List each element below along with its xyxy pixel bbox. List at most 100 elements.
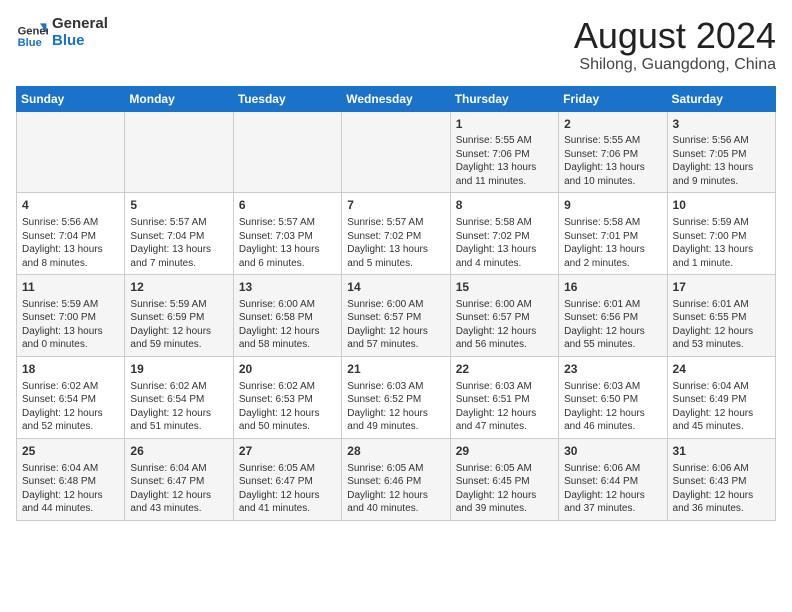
day-number: 24 [673, 361, 770, 378]
day-number: 29 [456, 443, 553, 460]
calendar-week-3: 11Sunrise: 5:59 AMSunset: 7:00 PMDayligh… [17, 275, 776, 357]
page-header: General Blue General Blue August 2024 Sh… [16, 16, 776, 74]
calendar-day: 17Sunrise: 6:01 AMSunset: 6:55 PMDayligh… [667, 275, 775, 357]
calendar-day: 26 Sunrise: 6:04 AMSunset: 6:47 PMDayligh… [125, 438, 233, 520]
day-info: Sunrise: 5:59 AMSunset: 7:00 PMDaylight:… [22, 298, 119, 352]
calendar-day [342, 111, 450, 193]
day-info: Sunrise: 5:56 AMSunset: 7:04 PMDaylight:… [22, 216, 119, 270]
day-info: Sunrise: 6:00 AMSunset: 6:57 PMDaylight:… [347, 298, 444, 352]
day-info: Sunrise: 5:58 AMSunset: 7:01 PMDaylight:… [564, 216, 661, 270]
day-info: Sunrise: 6:02 AMSunset: 6:54 PMDaylight:… [22, 380, 119, 434]
calendar-day: 31 Sunrise: 6:06 AMSunset: 6:43 PMDayligh… [667, 438, 775, 520]
title-block: August 2024 Shilong, Guangdong, China [574, 16, 776, 74]
day-info: Sunrise: 5:57 AMSunset: 7:04 PMDaylight:… [130, 216, 227, 270]
weekday-header-monday: Monday [125, 86, 233, 111]
logo-icon: General Blue [16, 17, 48, 49]
day-number: 31 [673, 443, 770, 460]
calendar-day [125, 111, 233, 193]
day-info: Sunrise: 5:59 AMSunset: 7:00 PMDaylight:… [673, 216, 770, 270]
calendar-day: 20 Sunrise: 6:02 AMSunset: 6:53 PMDayligh… [233, 356, 341, 438]
calendar-week-4: 18 Sunrise: 6:02 AMSunset: 6:54 PMDayligh… [17, 356, 776, 438]
day-number: 18 [22, 361, 119, 378]
calendar-day: 28 Sunrise: 6:05 AMSunset: 6:46 PMDayligh… [342, 438, 450, 520]
day-info: Sunrise: 5:58 AMSunset: 7:02 PMDaylight:… [456, 216, 553, 270]
calendar-day: 12 Sunrise: 5:59 AMSunset: 6:59 PMDayligh… [125, 275, 233, 357]
day-number: 6 [239, 197, 336, 214]
calendar-day: 6 Sunrise: 5:57 AMSunset: 7:03 PMDaylight… [233, 193, 341, 275]
day-info: Sunrise: 6:06 AMSunset: 6:43 PMDaylight:… [673, 462, 770, 516]
day-number: 28 [347, 443, 444, 460]
day-info: Sunrise: 6:03 AMSunset: 6:50 PMDaylight:… [564, 380, 661, 434]
calendar-day [233, 111, 341, 193]
month-year: August 2024 [574, 16, 776, 56]
calendar-day: 4 Sunrise: 5:56 AMSunset: 7:04 PMDaylight… [17, 193, 125, 275]
calendar-day: 22 Sunrise: 6:03 AMSunset: 6:51 PMDayligh… [450, 356, 558, 438]
day-number: 9 [564, 197, 661, 214]
calendar-day: 5 Sunrise: 5:57 AMSunset: 7:04 PMDaylight… [125, 193, 233, 275]
logo-blue: Blue [52, 33, 108, 50]
day-info: Sunrise: 5:57 AMSunset: 7:03 PMDaylight:… [239, 216, 336, 270]
calendar-day: 13 Sunrise: 6:00 AMSunset: 6:58 PMDayligh… [233, 275, 341, 357]
calendar-table: SundayMondayTuesdayWednesdayThursdayFrid… [16, 86, 776, 521]
logo: General Blue General Blue [16, 16, 108, 49]
day-info: Sunrise: 5:59 AMSunset: 6:59 PMDaylight:… [130, 298, 227, 352]
day-info: Sunrise: 6:05 AMSunset: 6:47 PMDaylight:… [239, 462, 336, 516]
calendar-week-5: 25Sunrise: 6:04 AMSunset: 6:48 PMDayligh… [17, 438, 776, 520]
day-number: 21 [347, 361, 444, 378]
day-info: Sunrise: 6:04 AMSunset: 6:47 PMDaylight:… [130, 462, 227, 516]
day-info: Sunrise: 6:05 AMSunset: 6:45 PMDaylight:… [456, 462, 553, 516]
weekday-header-wednesday: Wednesday [342, 86, 450, 111]
calendar-day: 27 Sunrise: 6:05 AMSunset: 6:47 PMDayligh… [233, 438, 341, 520]
day-info: Sunrise: 6:01 AMSunset: 6:56 PMDaylight:… [564, 298, 661, 352]
day-info: Sunrise: 5:55 AMSunset: 7:06 PMDaylight:… [564, 134, 661, 188]
weekday-header-saturday: Saturday [667, 86, 775, 111]
day-number: 13 [239, 279, 336, 296]
day-info: Sunrise: 6:00 AMSunset: 6:57 PMDaylight:… [456, 298, 553, 352]
day-number: 3 [673, 116, 770, 133]
day-number: 10 [673, 197, 770, 214]
weekday-header-thursday: Thursday [450, 86, 558, 111]
calendar-day: 8Sunrise: 5:58 AMSunset: 7:02 PMDaylight… [450, 193, 558, 275]
day-number: 19 [130, 361, 227, 378]
day-info: Sunrise: 6:06 AMSunset: 6:44 PMDaylight:… [564, 462, 661, 516]
day-number: 22 [456, 361, 553, 378]
day-info: Sunrise: 6:01 AMSunset: 6:55 PMDaylight:… [673, 298, 770, 352]
day-number: 15 [456, 279, 553, 296]
location: Shilong, Guangdong, China [574, 56, 776, 74]
calendar-day: 29 Sunrise: 6:05 AMSunset: 6:45 PMDayligh… [450, 438, 558, 520]
day-number: 20 [239, 361, 336, 378]
calendar-day: 24 Sunrise: 6:04 AMSunset: 6:49 PMDayligh… [667, 356, 775, 438]
day-number: 23 [564, 361, 661, 378]
calendar-day: 9 Sunrise: 5:58 AMSunset: 7:01 PMDaylight… [559, 193, 667, 275]
calendar-day: 21Sunrise: 6:03 AMSunset: 6:52 PMDayligh… [342, 356, 450, 438]
day-info: Sunrise: 6:00 AMSunset: 6:58 PMDaylight:… [239, 298, 336, 352]
day-info: Sunrise: 5:57 AMSunset: 7:02 PMDaylight:… [347, 216, 444, 270]
calendar-week-1: 1Sunrise: 5:55 AMSunset: 7:06 PMDaylight… [17, 111, 776, 193]
day-number: 26 [130, 443, 227, 460]
calendar-day: 3Sunrise: 5:56 AMSunset: 7:05 PMDaylight… [667, 111, 775, 193]
calendar-week-2: 4 Sunrise: 5:56 AMSunset: 7:04 PMDaylight… [17, 193, 776, 275]
weekday-header-tuesday: Tuesday [233, 86, 341, 111]
calendar-day: 19 Sunrise: 6:02 AMSunset: 6:54 PMDayligh… [125, 356, 233, 438]
day-info: Sunrise: 6:04 AMSunset: 6:49 PMDaylight:… [673, 380, 770, 434]
day-number: 12 [130, 279, 227, 296]
day-info: Sunrise: 6:03 AMSunset: 6:51 PMDaylight:… [456, 380, 553, 434]
day-number: 1 [456, 116, 553, 133]
calendar-day: 30Sunrise: 6:06 AMSunset: 6:44 PMDayligh… [559, 438, 667, 520]
day-info: Sunrise: 6:02 AMSunset: 6:54 PMDaylight:… [130, 380, 227, 434]
day-number: 2 [564, 116, 661, 133]
calendar-header: SundayMondayTuesdayWednesdayThursdayFrid… [17, 86, 776, 111]
day-number: 5 [130, 197, 227, 214]
day-info: Sunrise: 5:56 AMSunset: 7:05 PMDaylight:… [673, 134, 770, 188]
day-info: Sunrise: 6:05 AMSunset: 6:46 PMDaylight:… [347, 462, 444, 516]
day-info: Sunrise: 5:55 AMSunset: 7:06 PMDaylight:… [456, 134, 553, 188]
calendar-day [17, 111, 125, 193]
calendar-day: 23 Sunrise: 6:03 AMSunset: 6:50 PMDayligh… [559, 356, 667, 438]
calendar-day: 2Sunrise: 5:55 AMSunset: 7:06 PMDaylight… [559, 111, 667, 193]
calendar-day: 1Sunrise: 5:55 AMSunset: 7:06 PMDaylight… [450, 111, 558, 193]
calendar-day: 14Sunrise: 6:00 AMSunset: 6:57 PMDayligh… [342, 275, 450, 357]
day-number: 4 [22, 197, 119, 214]
day-info: Sunrise: 6:02 AMSunset: 6:53 PMDaylight:… [239, 380, 336, 434]
day-number: 27 [239, 443, 336, 460]
day-info: Sunrise: 6:04 AMSunset: 6:48 PMDaylight:… [22, 462, 119, 516]
